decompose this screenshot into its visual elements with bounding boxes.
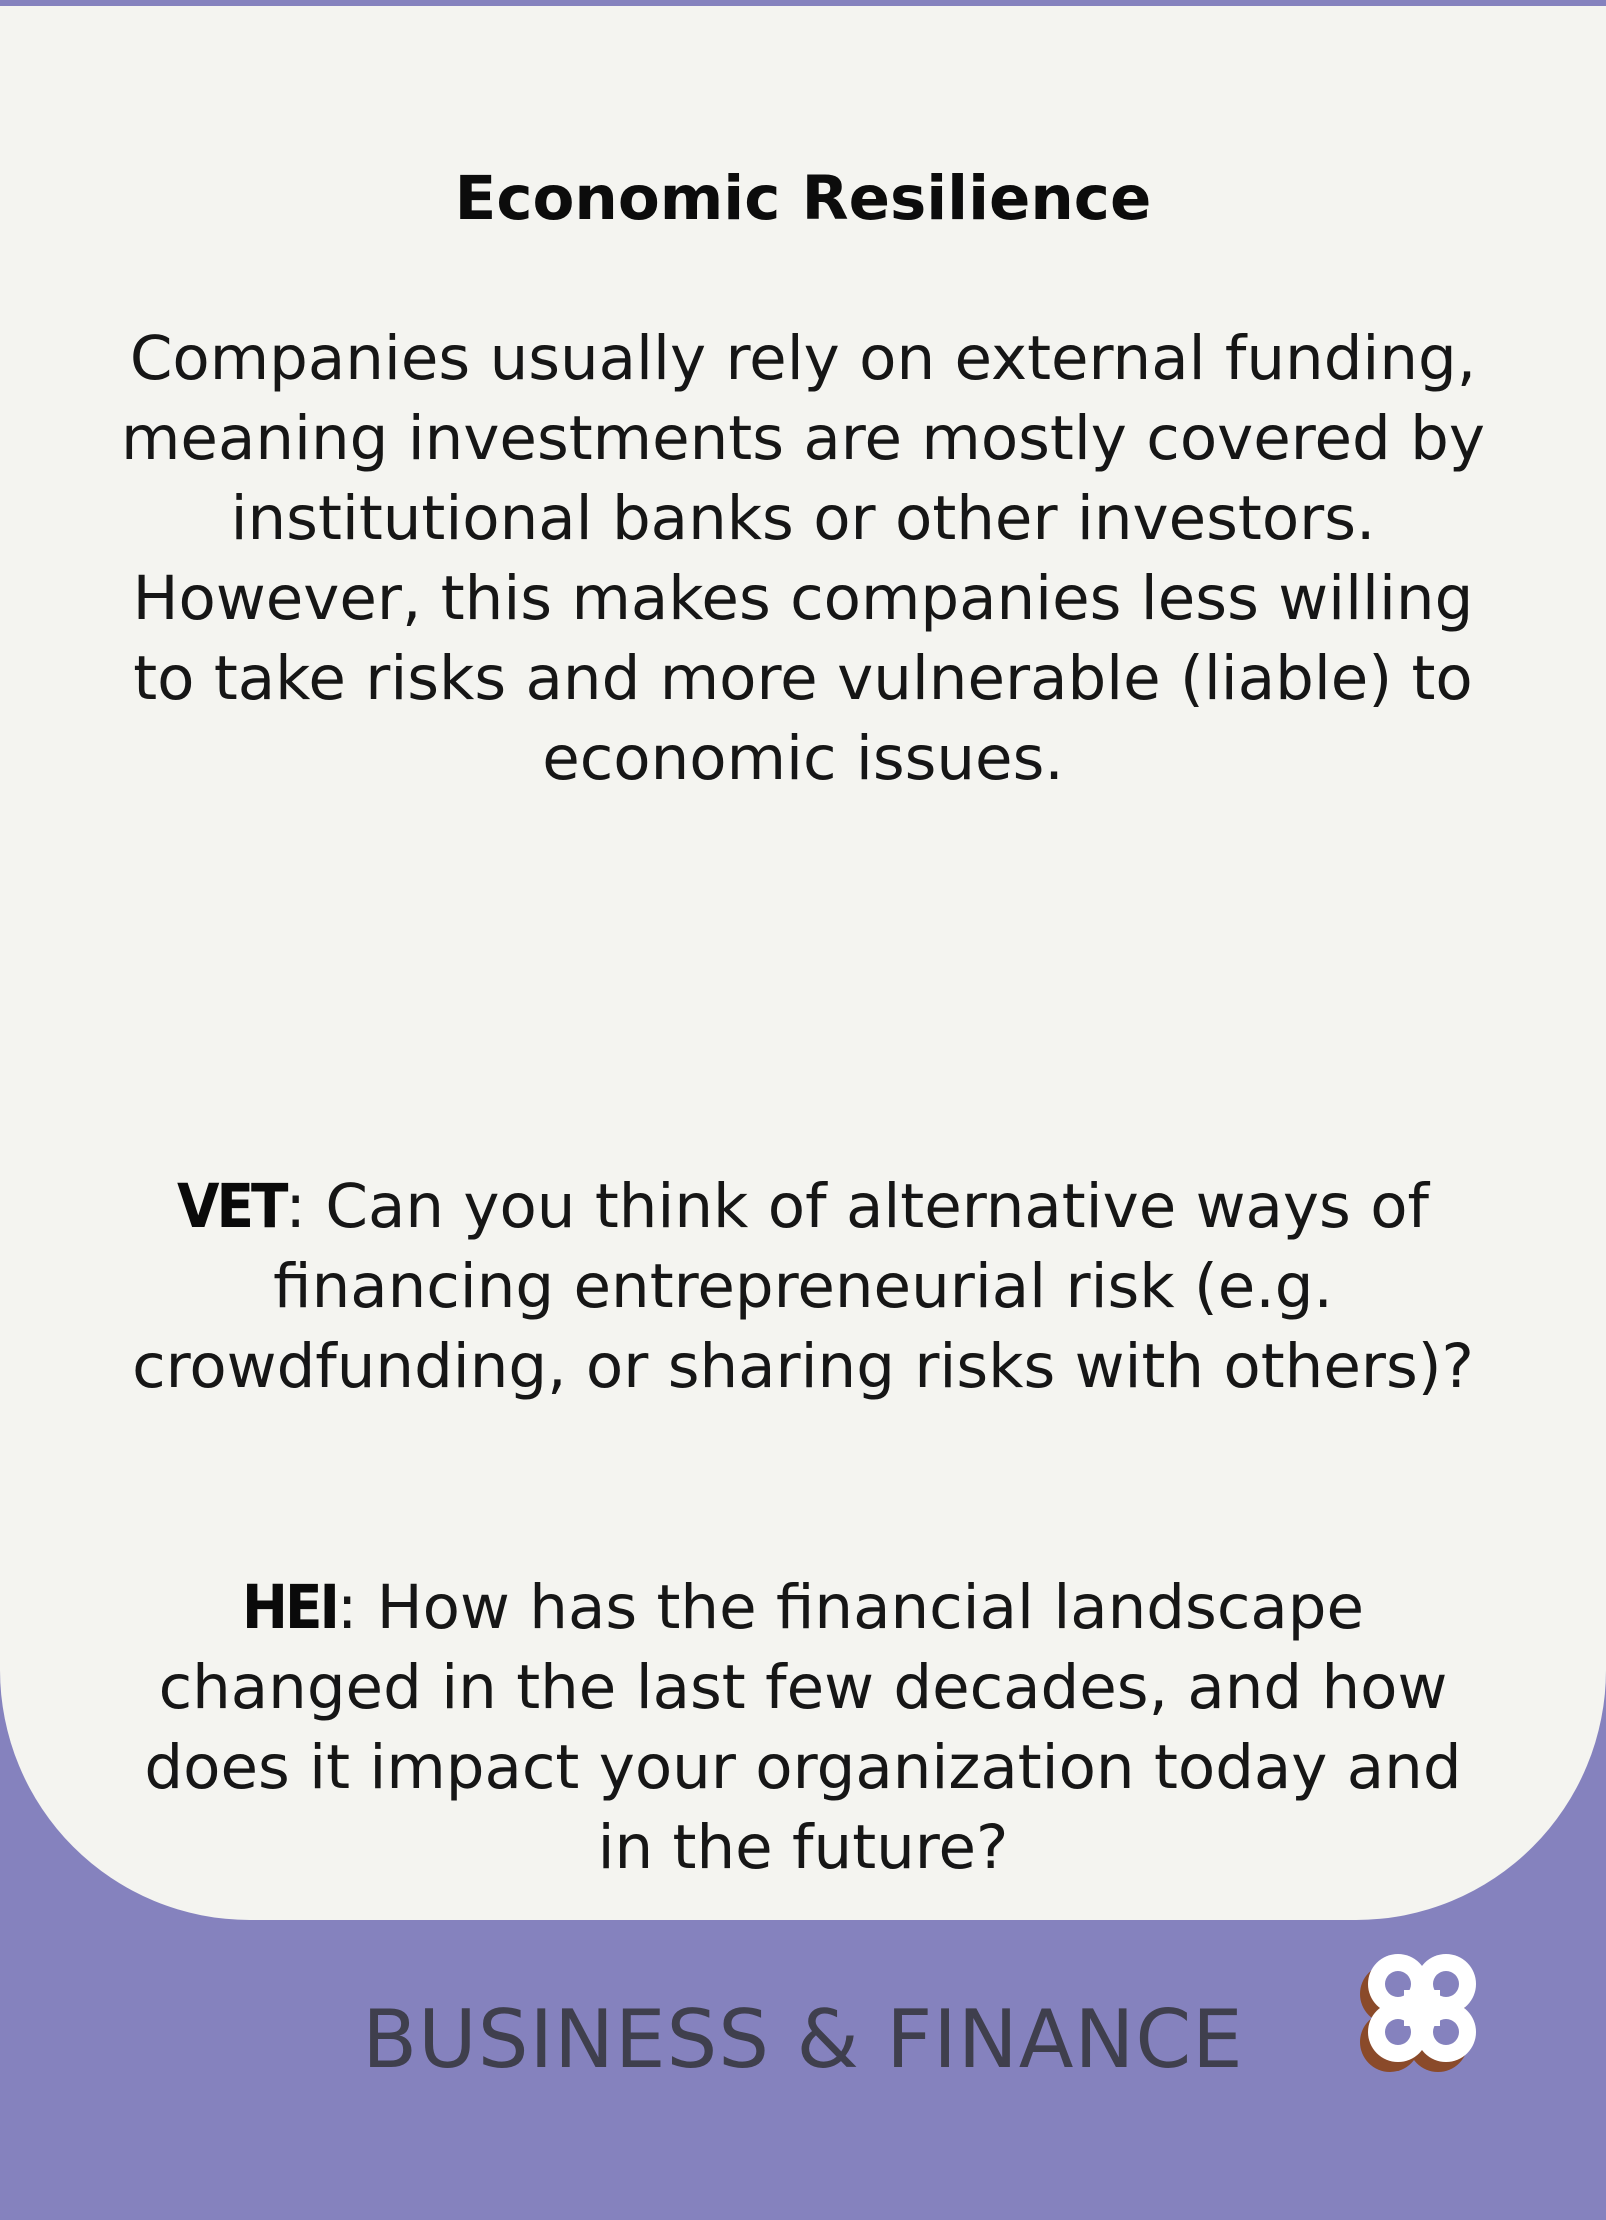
question-hei: HEI: How has the financial landscape cha… [110,1568,1496,1888]
question-vet: VET: Can you think of alternative ways o… [110,1167,1496,1407]
question-vet-separator: : [285,1171,306,1242]
category-label: BUSINESS & FINANCE [362,1993,1244,2086]
card-intro-text: Companies usually rely on external fundi… [121,323,1485,794]
card-title: Economic Resilience [454,163,1152,234]
question-hei-tag: HEI [242,1572,340,1643]
question-hei-separator: : [336,1572,358,1643]
question-vet-tag: VET [176,1171,288,1242]
content-card: Economic Resilience Companies usually re… [0,6,1606,1920]
quatrefoil-logo-icon [1360,1954,1476,2072]
question-vet-text: Can you think of alternative ways of fin… [132,1171,1474,1402]
